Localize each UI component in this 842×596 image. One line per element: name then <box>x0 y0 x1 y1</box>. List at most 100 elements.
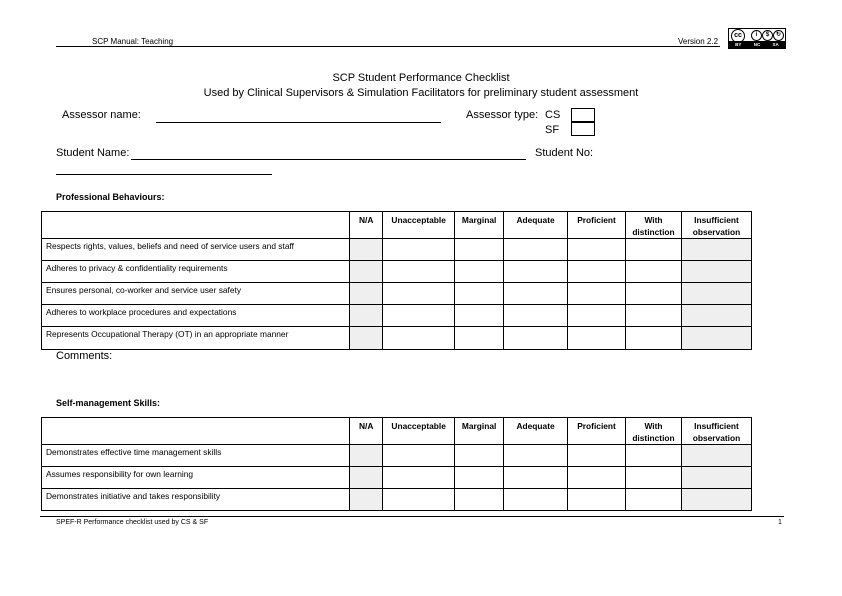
rating-cell[interactable] <box>625 326 682 350</box>
col-proficient: Proficient <box>567 417 626 445</box>
student-no-field[interactable] <box>56 174 272 175</box>
cc-sa-badge: SA <box>772 42 779 47</box>
col-na: N/A <box>349 211 384 239</box>
rating-cell[interactable] <box>382 304 456 327</box>
rating-cell-insufficient[interactable] <box>680 444 753 467</box>
item-label: Respects rights, values, beliefs and nee… <box>40 238 351 261</box>
rating-cell-na[interactable] <box>349 260 384 283</box>
table-row: Respects rights, values, beliefs and nee… <box>40 238 753 261</box>
rating-cell[interactable] <box>503 488 569 511</box>
rating-cell[interactable] <box>382 260 456 283</box>
rating-cell[interactable] <box>454 488 505 511</box>
col-adequate: Adequate <box>503 417 569 445</box>
table-header-row: N/A Unacceptable Marginal Adequate Profi… <box>40 211 753 239</box>
page-number: 1 <box>778 519 782 526</box>
rating-cell[interactable] <box>625 238 682 261</box>
assessor-name-field[interactable] <box>156 122 441 123</box>
rating-cell-insufficient[interactable] <box>680 466 753 489</box>
rating-cell-insufficient[interactable] <box>680 488 753 511</box>
header-blank-cell <box>40 417 351 445</box>
rating-cell[interactable] <box>454 238 505 261</box>
rating-cell[interactable] <box>625 282 682 305</box>
rating-cell-insufficient[interactable] <box>680 304 753 327</box>
type-cs-checkbox[interactable] <box>571 108 595 122</box>
rating-cell[interactable] <box>454 444 505 467</box>
rating-cell[interactable] <box>382 238 456 261</box>
rating-cell[interactable] <box>503 444 569 467</box>
rating-cell[interactable] <box>454 304 505 327</box>
table-row: Represents Occupational Therapy (OT) in … <box>40 326 753 350</box>
rating-cell-insufficient[interactable] <box>680 260 753 283</box>
rating-cell[interactable] <box>454 326 505 350</box>
rating-cell[interactable] <box>382 488 456 511</box>
item-label: Adheres to privacy & confidentiality req… <box>40 260 351 283</box>
col-insufficient-observation: Insufficient observation <box>680 417 753 445</box>
table-row: Demonstrates initiative and takes respon… <box>40 488 753 511</box>
item-label: Demonstrates effective time management s… <box>40 444 351 467</box>
rating-cell[interactable] <box>503 326 569 350</box>
col-marginal: Marginal <box>454 211 505 239</box>
rating-cell[interactable] <box>503 466 569 489</box>
student-no-label: Student No: <box>535 147 594 159</box>
header-manual: SCP Manual: Teaching <box>92 37 174 46</box>
col-unacceptable: Unacceptable <box>382 211 456 239</box>
rating-cell-insufficient[interactable] <box>680 282 753 305</box>
section-heading-self-management: Self-management Skills: <box>56 398 161 408</box>
rating-cell-na[interactable] <box>349 238 384 261</box>
table-row: Adheres to privacy & confidentiality req… <box>40 260 753 283</box>
col-adequate: Adequate <box>503 211 569 239</box>
rating-cell[interactable] <box>382 326 456 350</box>
rating-cell[interactable] <box>567 260 626 283</box>
comments-label: Comments: <box>56 350 113 362</box>
rating-cell[interactable] <box>382 444 456 467</box>
cc-by-badge: BY <box>735 42 742 47</box>
col-with-distinction: With distinction <box>625 211 682 239</box>
rating-cell-na[interactable] <box>349 282 384 305</box>
type-sf-checkbox[interactable] <box>571 122 595 136</box>
student-name-field[interactable] <box>131 159 526 160</box>
rating-cell[interactable] <box>503 282 569 305</box>
col-na: N/A <box>349 417 384 445</box>
rating-cell[interactable] <box>454 260 505 283</box>
page-subtitle: Used by Clinical Supervisors & Simulatio… <box>203 87 639 99</box>
table-row: Adheres to workplace procedures and expe… <box>40 304 753 327</box>
table-row: Demonstrates effective time management s… <box>40 444 753 467</box>
table-row: Assumes responsibility for own learning <box>40 466 753 489</box>
rating-cell[interactable] <box>567 238 626 261</box>
student-name-label: Student Name: <box>56 147 130 159</box>
rating-cell-insufficient[interactable] <box>680 326 753 350</box>
rating-cell[interactable] <box>503 304 569 327</box>
rating-cell[interactable] <box>454 282 505 305</box>
item-label: Represents Occupational Therapy (OT) in … <box>40 326 351 350</box>
item-label: Assumes responsibility for own learning <box>40 466 351 489</box>
rating-cell[interactable] <box>567 304 626 327</box>
col-with-distinction: With distinction <box>625 417 682 445</box>
item-label: Demonstrates initiative and takes respon… <box>40 488 351 511</box>
rating-cell[interactable] <box>454 466 505 489</box>
assessor-name-label: Assessor name: <box>62 109 141 121</box>
rating-cell[interactable] <box>625 488 682 511</box>
rating-cell[interactable] <box>382 466 456 489</box>
cc-nc-badge: NC <box>753 42 761 47</box>
rating-cell[interactable] <box>567 488 626 511</box>
rating-cell[interactable] <box>567 444 626 467</box>
rating-cell[interactable] <box>567 326 626 350</box>
rating-cell[interactable] <box>625 444 682 467</box>
rating-cell[interactable] <box>382 282 456 305</box>
rating-cell[interactable] <box>503 260 569 283</box>
rating-cell[interactable] <box>625 260 682 283</box>
rating-cell-na[interactable] <box>349 304 384 327</box>
rating-cell[interactable] <box>625 304 682 327</box>
col-unacceptable: Unacceptable <box>382 417 456 445</box>
rating-cell[interactable] <box>503 238 569 261</box>
rating-cell-na[interactable] <box>349 444 384 467</box>
rating-cell-na[interactable] <box>349 488 384 511</box>
rating-cell[interactable] <box>625 466 682 489</box>
rating-cell-insufficient[interactable] <box>680 238 753 261</box>
rating-cell[interactable] <box>567 282 626 305</box>
rating-cell-na[interactable] <box>349 326 384 350</box>
rating-cell[interactable] <box>567 466 626 489</box>
rating-cell-na[interactable] <box>349 466 384 489</box>
col-insufficient-observation: Insufficient observation <box>680 211 753 239</box>
header-blank-cell <box>40 211 351 239</box>
